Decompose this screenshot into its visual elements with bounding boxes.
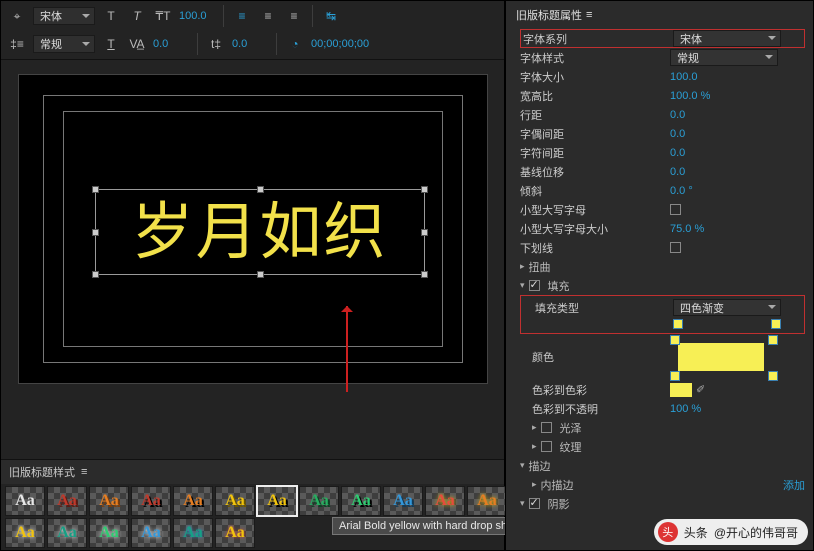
distort-twirl[interactable]: 扭曲 xyxy=(520,259,551,275)
style-swatch[interactable]: Aa xyxy=(173,486,213,516)
texture-checkbox[interactable] xyxy=(541,441,552,452)
leading-prop-value[interactable]: 0.0 xyxy=(670,109,685,121)
timecode-value[interactable]: 00;00;00;00 xyxy=(311,38,369,50)
underline-icon[interactable]: T xyxy=(101,35,121,53)
slant-label: 倾斜 xyxy=(520,183,670,199)
italic-icon[interactable]: T xyxy=(127,7,147,25)
style-swatch[interactable]: Aa xyxy=(89,486,129,516)
panel-menu-icon[interactable]: ≡ xyxy=(586,9,592,21)
style-swatch[interactable]: Aa xyxy=(467,486,507,516)
font-size-value[interactable]: 100.0 xyxy=(179,10,215,22)
tab-icon[interactable]: ↹ xyxy=(321,7,341,25)
styles-panel-title: 旧版标题样式 xyxy=(9,464,75,480)
watermark-user: @开心的伟哥哥 xyxy=(714,524,798,541)
style-swatch[interactable]: Aa xyxy=(215,518,255,548)
style-swatch[interactable]: Aa xyxy=(215,486,255,516)
style-swatch[interactable]: Aa xyxy=(173,518,213,548)
font-family-dropdown[interactable]: 宋体 xyxy=(673,30,781,47)
color-label: 颜色 xyxy=(532,349,670,365)
kerning-value[interactable]: 0.0 xyxy=(153,38,189,50)
aspect-value[interactable]: 100.0 % xyxy=(670,90,710,102)
style-swatch[interactable]: Aa xyxy=(383,486,423,516)
font-size-label: 字体大小 xyxy=(520,69,670,85)
align-center-icon[interactable]: ≡ xyxy=(258,7,278,25)
properties-panel-title: 旧版标题属性 xyxy=(516,7,582,23)
small-caps-size-label: 小型大写字母大小 xyxy=(520,221,670,237)
strokes-twirl[interactable]: 描边 xyxy=(520,458,551,474)
leading-toggle-icon[interactable]: ‡≡ xyxy=(7,35,27,53)
style-swatch[interactable]: Aa xyxy=(89,518,129,548)
baseline-value[interactable]: 0.0 xyxy=(670,166,685,178)
underline-label: 下划线 xyxy=(520,240,670,256)
bold-icon[interactable]: T xyxy=(101,7,121,25)
watermark-logo-icon: 头 xyxy=(658,522,678,542)
leading-value[interactable]: 0.0 xyxy=(232,38,268,50)
leading-icon: t‡ xyxy=(206,35,226,53)
annotation-arrow xyxy=(346,306,348,392)
title-text[interactable]: 岁月如织 xyxy=(96,190,424,276)
clock-icon[interactable]: ◔ xyxy=(285,35,305,53)
title-canvas[interactable]: 岁月如织 xyxy=(18,74,488,384)
panel-menu-icon[interactable]: ≡ xyxy=(81,466,87,478)
pair-kern-value[interactable]: 0.0 xyxy=(670,128,685,140)
c2o-label: 色彩到不透明 xyxy=(532,401,670,417)
size-icon: ₸T xyxy=(153,7,173,25)
c2c-swatch[interactable] xyxy=(670,383,692,397)
fill-checkbox[interactable] xyxy=(529,280,540,291)
style-swatch[interactable]: Aa xyxy=(425,486,465,516)
watermark: 头 头条 @开心的伟哥哥 xyxy=(654,519,808,545)
baseline-label: 基线位移 xyxy=(520,164,670,180)
c2o-value[interactable]: 100 % xyxy=(670,403,701,415)
shadow-checkbox[interactable] xyxy=(529,498,540,509)
font-family-select[interactable]: 宋体 xyxy=(33,7,95,25)
tracking-value[interactable]: 0.0 xyxy=(670,147,685,159)
pair-kern-label: 字偶间距 xyxy=(520,126,670,142)
sheen-twirl[interactable]: 光泽 xyxy=(532,420,582,436)
style-swatch[interactable]: Aa xyxy=(47,486,87,516)
leading-label: 行距 xyxy=(520,107,670,123)
sheen-checkbox[interactable] xyxy=(541,422,552,433)
texture-twirl[interactable]: 纹理 xyxy=(532,439,582,455)
fill-twirl[interactable]: 填充 xyxy=(520,278,570,294)
font-size-value[interactable]: 100.0 xyxy=(670,71,698,83)
aspect-label: 宽高比 xyxy=(520,88,670,104)
font-style-dropdown[interactable]: 常规 xyxy=(670,49,778,66)
canvas-area: 岁月如织 xyxy=(1,60,504,459)
style-swatch[interactable]: Aa xyxy=(257,486,297,516)
font-style-select[interactable]: 常规 xyxy=(33,35,95,53)
style-swatch[interactable]: Aa xyxy=(341,486,381,516)
font-family-label: 字体系列 xyxy=(523,31,673,47)
font-style-label: 字体样式 xyxy=(520,50,670,66)
slant-value[interactable]: 0.0 ° xyxy=(670,185,693,197)
fill-type-label: 填充类型 xyxy=(535,300,673,316)
eyedropper-icon[interactable]: ✐ xyxy=(696,383,705,396)
inner-stroke-add[interactable]: 添加 xyxy=(783,477,805,493)
style-swatch[interactable]: Aa xyxy=(131,486,171,516)
style-swatch[interactable]: Aa xyxy=(299,486,339,516)
fill-type-dropdown[interactable]: 四色渐变 xyxy=(673,299,781,316)
shadow-twirl[interactable]: 阴影 xyxy=(520,496,570,512)
gradient-editor[interactable] xyxy=(673,319,781,331)
title-text-box[interactable]: 岁月如织 xyxy=(95,189,425,275)
style-swatch[interactable]: Aa xyxy=(47,518,87,548)
small-caps-checkbox[interactable] xyxy=(670,204,681,215)
align-left-icon[interactable]: ≡ xyxy=(232,7,252,25)
inner-stroke-twirl[interactable]: 内描边 xyxy=(532,477,574,493)
tracking-label: 字符间距 xyxy=(520,145,670,161)
align-right-icon[interactable]: ≡ xyxy=(284,7,304,25)
style-swatch[interactable]: Aa xyxy=(131,518,171,548)
small-caps-label: 小型大写字母 xyxy=(520,202,670,218)
cursor-icon[interactable]: ⌖ xyxy=(7,7,27,25)
style-swatch[interactable]: Aa xyxy=(5,518,45,548)
kerning-icon: VA̲ xyxy=(127,35,147,53)
small-caps-size-value[interactable]: 75.0 % xyxy=(670,223,704,235)
properties-panel: 旧版标题属性 ≡ 字体系列 宋体 字体样式 常规 字体大小100.0 宽高比10… xyxy=(505,0,814,551)
gradient-color-editor[interactable] xyxy=(670,335,778,381)
title-toolbar: ⌖ 宋体 T T ₸T 100.0 ≡ ≡ ≡ ↹ ‡≡ 常规 T VA̲ 0.… xyxy=(1,1,504,60)
underline-checkbox[interactable] xyxy=(670,242,681,253)
style-swatch[interactable]: Aa xyxy=(5,486,45,516)
c2c-label: 色彩到色彩 xyxy=(532,382,670,398)
watermark-label: 头条 xyxy=(684,524,708,541)
